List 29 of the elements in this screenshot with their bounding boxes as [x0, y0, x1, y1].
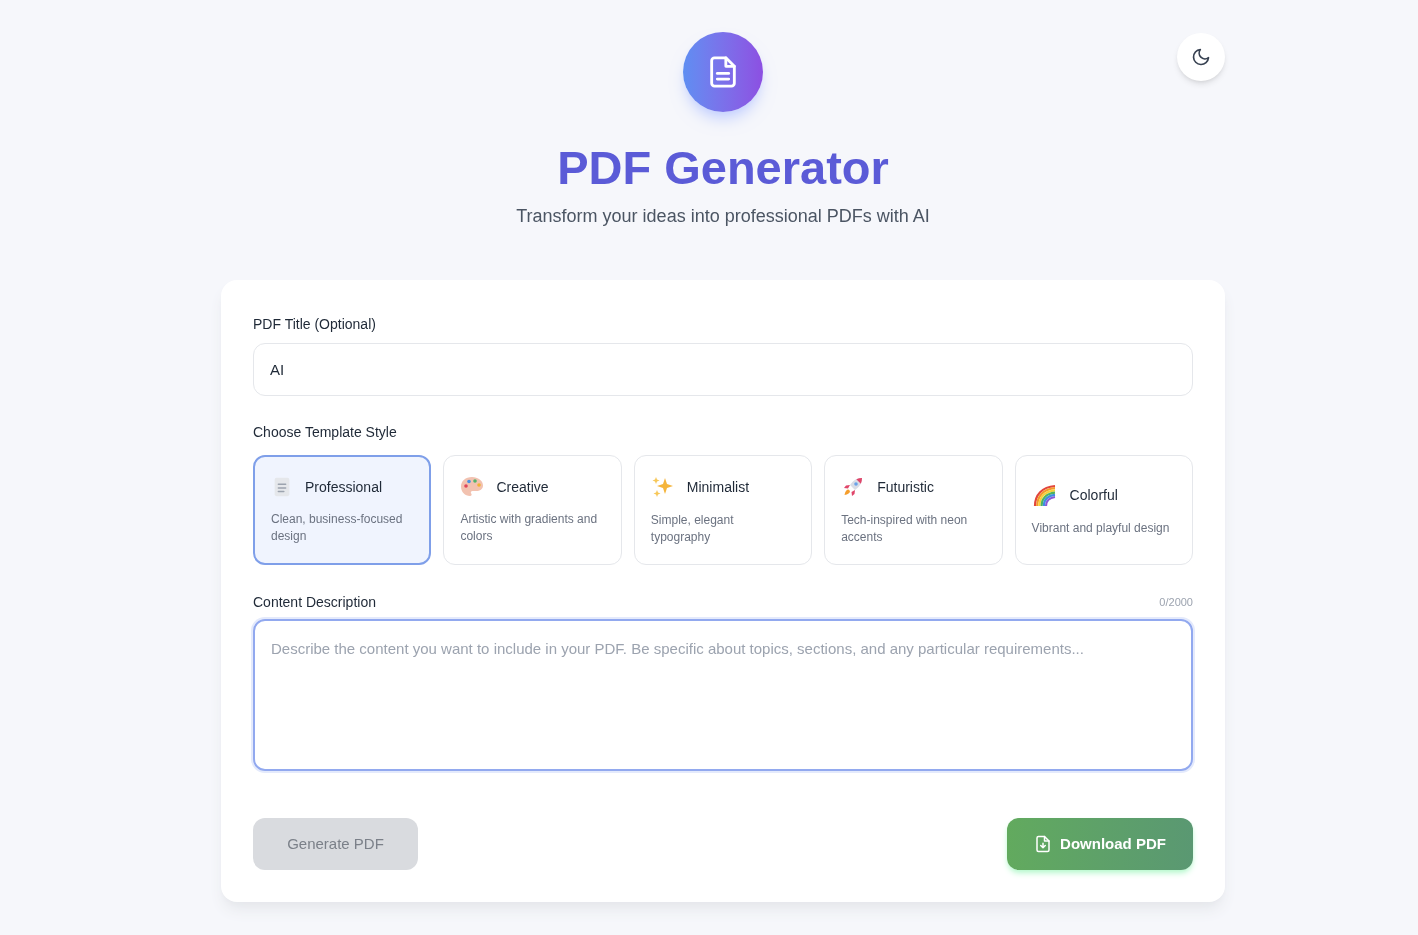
field-label: Content Description	[253, 593, 376, 612]
field-label: Choose Template Style	[253, 423, 398, 442]
rainbow-icon	[1031, 483, 1058, 507]
moon-icon	[1191, 47, 1211, 67]
template-description: Clean, business-focused design	[271, 510, 404, 545]
content-textarea[interactable]: Describe the content you want to include in your PDF. Be specific about topics, sections, and any particular requirements...	[253, 619, 1193, 771]
template-name: Futuristic	[877, 477, 934, 497]
app-title: PDF Generator	[557, 144, 889, 191]
template-description: Tech-inspired with neon accents	[841, 511, 969, 546]
template-card[interactable]: Minimalist Simple, elegant typography	[633, 455, 813, 565]
template-name: Colorful	[1069, 486, 1118, 505]
template-name: Professional	[305, 477, 383, 497]
field-label: PDF Title (Optional)	[253, 315, 377, 334]
template-name: Minimalist	[686, 477, 750, 497]
template-card[interactable]: Professional Clean, business-focused design	[253, 455, 432, 565]
template-card[interactable]: Colorful Vibrant and playful design	[1014, 455, 1193, 565]
template-card[interactable]: Creative Artistic with gradients and colors	[443, 455, 622, 565]
document-icon	[683, 32, 763, 112]
title-input[interactable]: AI	[253, 343, 1193, 396]
template-description: Artistic with gradients and colors	[460, 510, 599, 545]
palette-icon	[460, 475, 485, 498]
file-download-icon	[1034, 835, 1053, 853]
character-counter: 0/2000	[1159, 594, 1193, 610]
template-description: Simple, elegant typography	[650, 511, 735, 546]
template-name: Creative	[496, 477, 549, 497]
template-description: Vibrant and playful design	[1031, 520, 1171, 537]
template-card[interactable]: Futuristic Tech-inspired with neon accents	[824, 455, 1003, 565]
app-subtitle: Transform your ideas into professional PDFs with AI	[516, 205, 930, 228]
theme-toggle-button[interactable]	[1177, 33, 1225, 81]
